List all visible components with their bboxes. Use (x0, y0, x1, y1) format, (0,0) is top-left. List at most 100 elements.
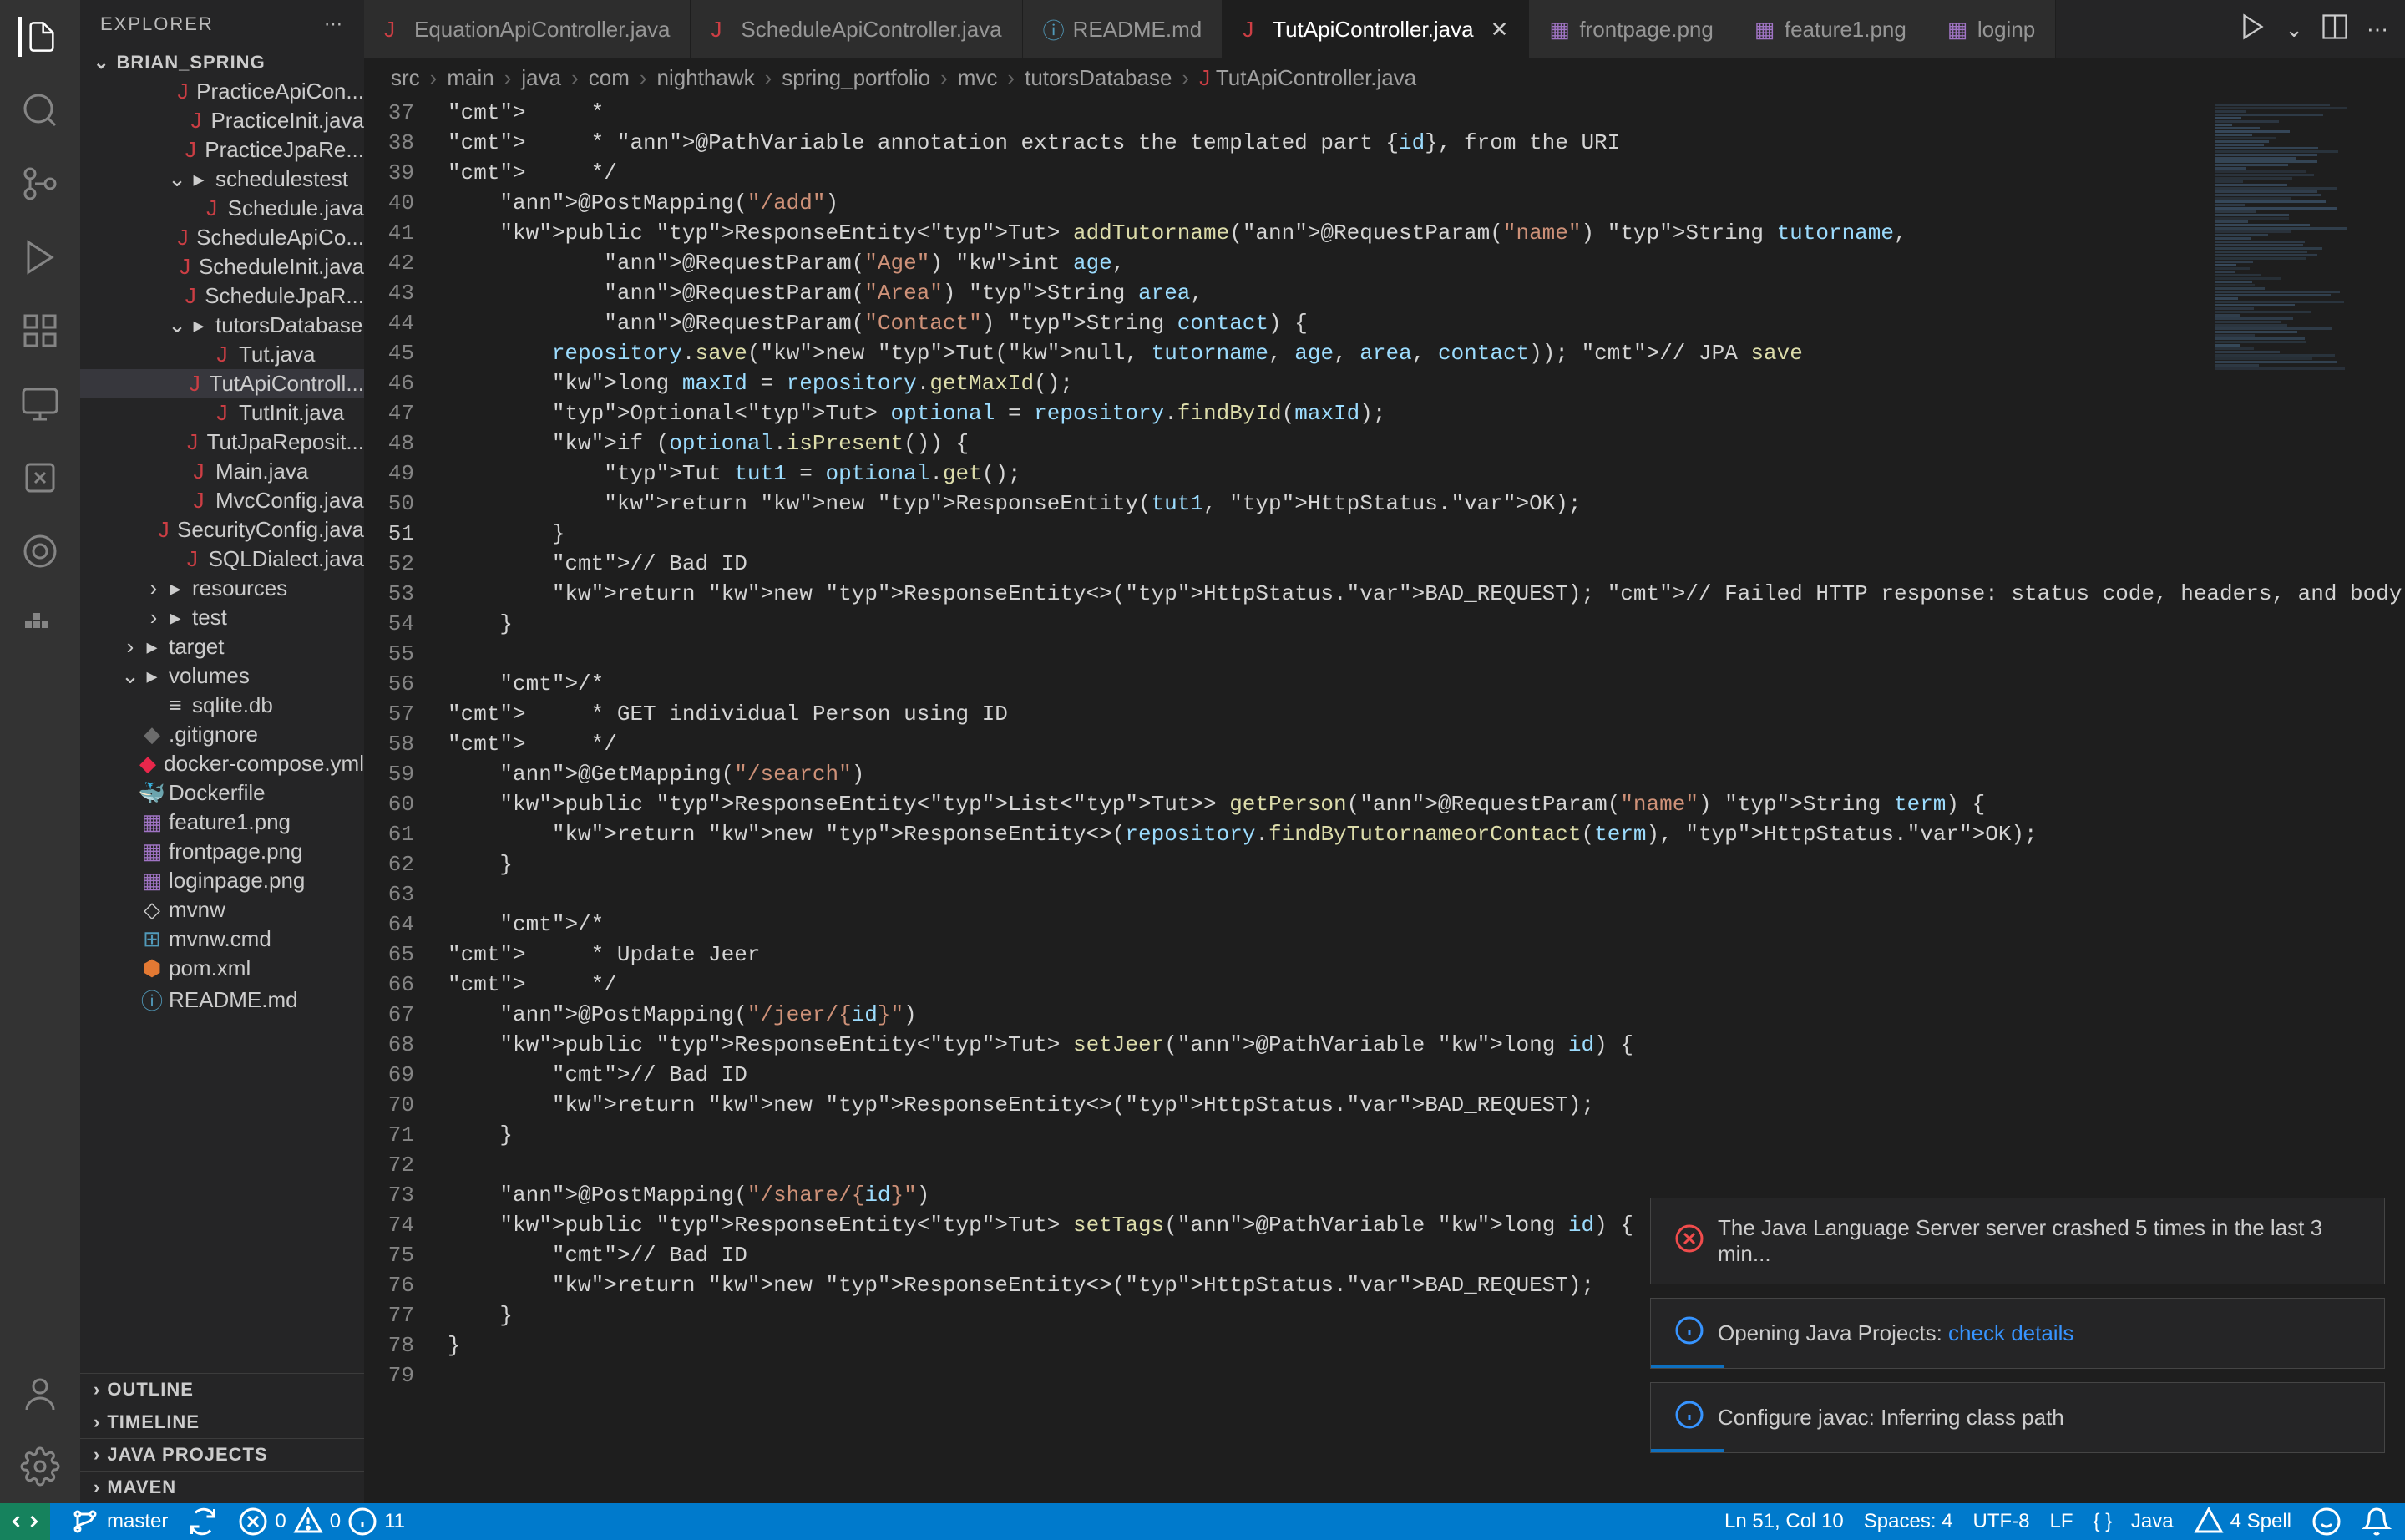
editor-tab[interactable]: JEquationApiController.java (364, 0, 691, 58)
notification[interactable]: The Java Language Server server crashed … (1650, 1198, 2385, 1284)
tree-item[interactable]: ⌄▸tutorsDatabase (80, 311, 364, 340)
docker-icon[interactable] (20, 605, 60, 645)
tree-item[interactable]: JPracticeJpaRe... (80, 135, 364, 165)
outline-section[interactable]: › OUTLINE (80, 1373, 364, 1406)
explorer-more-icon[interactable]: ⋯ (324, 13, 344, 35)
tree-item[interactable]: JMain.java (80, 457, 364, 486)
accounts-icon[interactable] (20, 1373, 60, 1413)
tree-item[interactable]: ▦loginpage.png (80, 866, 364, 895)
tree-item[interactable]: JSQLDialect.java (80, 545, 364, 574)
cursor-position[interactable]: Ln 51, Col 10 (1724, 1510, 1844, 1533)
explorer-icon[interactable] (18, 17, 58, 57)
breadcrumb-item[interactable]: J TutApiController.java (1199, 65, 1416, 91)
run-icon[interactable] (2238, 12, 2268, 48)
source-control-icon[interactable] (20, 164, 60, 204)
tree-item[interactable]: JTutInit.java (80, 398, 364, 428)
remote-explorer-icon[interactable] (20, 384, 60, 424)
breadcrumb-item[interactable]: com (589, 65, 630, 91)
error-icon (1674, 1223, 1704, 1259)
breadcrumb-item[interactable]: mvc (958, 65, 998, 91)
info-icon (1674, 1315, 1704, 1351)
editor-tab[interactable]: ⓘREADME.md (1023, 0, 1223, 58)
tree-item[interactable]: ◇mvnw (80, 895, 364, 925)
editor-tab[interactable]: JTutApiController.java✕ (1223, 0, 1529, 58)
liveshare-icon[interactable] (20, 458, 60, 498)
editor-tab[interactable]: ▦feature1.png (1734, 0, 1927, 58)
tree-item[interactable]: JSchedule.java (80, 194, 364, 223)
breadcrumb-item[interactable]: src (391, 65, 420, 91)
notification[interactable]: Configure javac: Inferring class path (1650, 1382, 2385, 1453)
timeline-section[interactable]: › TIMELINE (80, 1406, 364, 1438)
editor-tab[interactable]: ▦loginp (1927, 0, 2056, 58)
tree-item[interactable]: ⓘREADME.md (80, 983, 364, 1017)
tree-item[interactable]: JPracticeInit.java (80, 106, 364, 135)
tree-item[interactable]: ›▸target (80, 632, 364, 661)
editor-tab[interactable]: ▦frontpage.png (1529, 0, 1734, 58)
tree-item[interactable]: ▦frontpage.png (80, 837, 364, 866)
file-tree[interactable]: JPracticeApiCon...JPracticeInit.javaJPra… (80, 77, 364, 1373)
explorer-sidebar: EXPLORER ⋯ ⌄ BRIAN_SPRING JPracticeApiCo… (80, 0, 364, 1503)
tree-item[interactable]: JPracticeApiCon... (80, 77, 364, 106)
tree-item[interactable]: ⊞mvnw.cmd (80, 925, 364, 954)
tree-item[interactable]: JSecurityConfig.java (80, 515, 364, 545)
language-mode[interactable]: { } Java (2094, 1510, 2174, 1533)
breadcrumb[interactable]: src›main›java›com›nighthawk›spring_portf… (364, 58, 2405, 98)
github-icon[interactable] (20, 531, 60, 571)
feedback-icon[interactable] (2311, 1507, 2342, 1537)
java-projects-section[interactable]: › JAVA PROJECTS (80, 1438, 364, 1471)
tree-item[interactable]: ≡sqlite.db (80, 691, 364, 720)
settings-gear-icon[interactable] (20, 1446, 60, 1487)
notification[interactable]: Opening Java Projects: check details (1650, 1298, 2385, 1369)
breadcrumb-item[interactable]: nighthawk (657, 65, 755, 91)
eol[interactable]: LF (2050, 1510, 2073, 1533)
tree-item[interactable]: ⌄▸schedulestest (80, 165, 364, 194)
split-editor-icon[interactable] (2320, 12, 2350, 48)
indentation[interactable]: Spaces: 4 (1864, 1510, 1953, 1533)
breadcrumb-item[interactable]: main (447, 65, 494, 91)
tree-item[interactable]: ⌄▸volumes (80, 661, 364, 691)
editor-area: JEquationApiController.javaJScheduleApiC… (364, 0, 2405, 1503)
minimap[interactable] (2215, 103, 2382, 387)
tree-item[interactable]: ›▸resources (80, 574, 364, 603)
sync-icon[interactable] (188, 1507, 218, 1537)
notifications-bell-icon[interactable] (2362, 1507, 2392, 1537)
tree-item[interactable]: JTutJpaReposit... (80, 428, 364, 457)
line-gutter: 3738394041424344454647484950515253545556… (364, 98, 448, 1503)
explorer-title: EXPLORER (100, 13, 214, 35)
notifications-area: The Java Language Server server crashed … (1650, 1198, 2385, 1453)
more-actions-icon[interactable]: ⋯ (2367, 17, 2388, 43)
spell-check[interactable]: 4 Spell (2194, 1507, 2291, 1537)
notification-text: Configure javac: Inferring class path (1718, 1405, 2064, 1431)
breadcrumb-item[interactable]: java (521, 65, 561, 91)
tree-item[interactable]: JScheduleApiCo... (80, 223, 364, 252)
tree-item[interactable]: 🐳Dockerfile (80, 778, 364, 808)
tree-item[interactable]: ⬢pom.xml (80, 954, 364, 983)
problems-errors[interactable]: 0 0 11 (238, 1507, 405, 1537)
tree-item[interactable]: ◆.gitignore (80, 720, 364, 749)
tree-item[interactable]: JScheduleJpaR... (80, 281, 364, 311)
tree-item[interactable]: JTutApiControll... (80, 369, 364, 398)
tree-item[interactable]: ›▸test (80, 603, 364, 632)
chevron-right-icon: › (94, 1477, 100, 1498)
breadcrumb-item[interactable]: spring_portfolio (782, 65, 930, 91)
search-icon[interactable] (20, 90, 60, 130)
extensions-icon[interactable] (20, 311, 60, 351)
run-debug-icon[interactable] (20, 237, 60, 277)
breadcrumb-item[interactable]: tutorsDatabase (1025, 65, 1172, 91)
remote-indicator[interactable] (0, 1503, 50, 1540)
info-icon (1674, 1400, 1704, 1436)
run-dropdown-icon[interactable]: ⌄ (2285, 17, 2303, 43)
tree-item[interactable]: JTut.java (80, 340, 364, 369)
editor-tab[interactable]: JScheduleApiController.java (691, 0, 1022, 58)
close-icon[interactable]: ✕ (1491, 17, 1509, 43)
tree-item[interactable]: ◆docker-compose.yml (80, 749, 364, 778)
tree-item[interactable]: ▦feature1.png (80, 808, 364, 837)
encoding[interactable]: UTF-8 (1973, 1510, 2030, 1533)
tree-item[interactable]: JMvcConfig.java (80, 486, 364, 515)
tree-item[interactable]: JScheduleInit.java (80, 252, 364, 281)
project-header[interactable]: ⌄ BRIAN_SPRING (80, 48, 364, 77)
chevron-right-icon: › (94, 1444, 100, 1466)
git-branch[interactable]: master (70, 1507, 168, 1537)
notification-link[interactable]: check details (1948, 1320, 2073, 1345)
maven-section[interactable]: › MAVEN (80, 1471, 364, 1503)
